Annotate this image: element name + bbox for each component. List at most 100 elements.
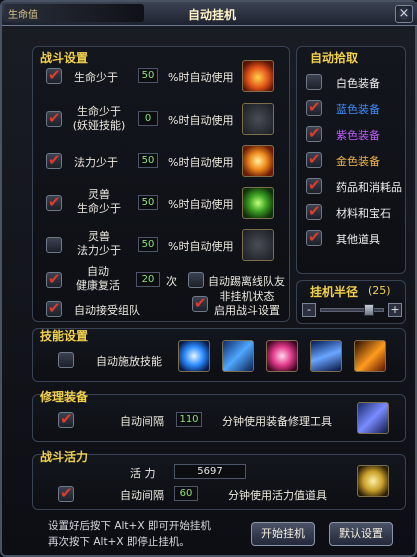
pickup-checkbox[interactable] — [306, 176, 322, 194]
vitality-title: 战斗活力 — [40, 450, 89, 464]
radius-plus-button[interactable]: + — [388, 303, 402, 317]
repair-suffix: 分钟使用装备修理工具 — [222, 415, 332, 428]
default-settings-button[interactable]: 默认设置 — [329, 522, 393, 546]
hp-status-corner: 生命值 — [4, 4, 144, 22]
pickup-label: 金色装备 — [336, 155, 380, 168]
hp-low-skill-input[interactable]: 0 — [138, 111, 158, 126]
hp-low-checkbox[interactable] — [46, 66, 62, 84]
auto-revive-input[interactable]: 20 — [136, 272, 160, 287]
auto-skill-checkbox[interactable] — [58, 352, 74, 368]
auto-pickup-title: 自动拾取 — [310, 51, 359, 65]
skill-lightning-icon[interactable] — [310, 340, 342, 372]
mp-low-label: 法力少于 — [74, 156, 118, 169]
repair-interval-label: 自动间隔 — [120, 415, 164, 428]
pet-mp-low-label: 灵兽 法力少于 — [64, 230, 134, 258]
auto-revive-line1: 自动 — [87, 265, 109, 278]
mp-low-checkbox[interactable] — [46, 151, 62, 169]
pickup-label: 其他道具 — [336, 233, 380, 246]
skill-fire-slash-icon[interactable] — [354, 340, 386, 372]
pet-mp-low-suffix: %时自动使用 — [168, 240, 234, 253]
hint-line1: 设置好后按下 Alt+X 即可开始挂机 — [48, 520, 211, 532]
vitality-suffix: 分钟使用活力值道具 — [228, 489, 327, 502]
pet-hp-low-checkbox[interactable] — [46, 193, 62, 211]
radius-value: (25) — [368, 284, 391, 297]
battle-settings-title: 战斗设置 — [40, 51, 89, 65]
hp-low-input[interactable]: 50 — [138, 68, 158, 83]
pet-hp-line2: 生命少于 — [77, 202, 121, 215]
empty-skill-slot-icon[interactable] — [242, 103, 274, 135]
pickup-label: 紫色装备 — [336, 129, 380, 142]
pet-hp-low-input[interactable]: 50 — [138, 195, 158, 210]
repair-title: 修理装备 — [40, 390, 89, 404]
pickup-label: 白色装备 — [336, 77, 380, 90]
window-title: 自动挂机 — [187, 8, 236, 22]
mp-potion-icon[interactable] — [242, 145, 274, 177]
hp-potion-icon[interactable] — [242, 60, 274, 92]
radius-slider-track[interactable] — [320, 308, 384, 312]
repair-panel — [32, 394, 406, 442]
radius-slider-knob[interactable] — [363, 304, 374, 316]
auto-revive-label: 自动 健康复活 — [68, 265, 128, 293]
repair-checkbox[interactable] — [58, 410, 74, 428]
auto-hangup-window: 生命值 自动挂机 × 战斗设置 生命少于 50 %时自动使用 生命少于 (妖娅技… — [0, 0, 417, 557]
auto-revive-line2: 健康复活 — [76, 279, 120, 292]
pet-hp-low-suffix: %时自动使用 — [168, 198, 234, 211]
hint-line2: 再次按下 Alt+X 即停止挂机。 — [48, 536, 190, 548]
hp-low-skill-line1: 生命少于 — [77, 105, 121, 118]
vitality-interval-label: 自动间隔 — [120, 489, 164, 502]
repair-interval-input[interactable]: 110 — [176, 412, 202, 427]
pickup-label: 药品和消耗品 — [336, 181, 402, 194]
mp-low-suffix: %时自动使用 — [168, 156, 234, 169]
start-hangup-button[interactable]: 开始挂机 — [251, 522, 315, 546]
skill-flame-pink-icon[interactable] — [266, 340, 298, 372]
vitality-checkbox[interactable] — [58, 484, 74, 502]
repair-tool-icon[interactable] — [357, 402, 389, 434]
pickup-checkbox[interactable] — [306, 124, 322, 142]
vitality-interval-input[interactable]: 60 — [174, 486, 198, 501]
vitality-label: 活 力 — [130, 467, 156, 480]
radius-title: 挂机半径 — [310, 285, 359, 299]
hp-low-skill-label: 生命少于 (妖娅技能) — [64, 105, 134, 133]
pet-mp-line2: 法力少于 — [77, 244, 121, 257]
pet-hp-low-label: 灵兽 生命少于 — [64, 188, 134, 216]
skill-ice-icon[interactable] — [178, 340, 210, 372]
vitality-value: 5697 — [174, 464, 246, 479]
hp-low-skill-line2: (妖娅技能) — [72, 119, 126, 132]
vitality-panel — [32, 454, 406, 510]
offline-combat-line1: 非挂机状态 — [219, 290, 275, 303]
auto-skill-label: 自动施放技能 — [96, 355, 162, 368]
pet-mp-low-input[interactable]: 50 — [138, 237, 158, 252]
auto-revive-checkbox[interactable] — [46, 270, 62, 288]
empty-pet-slot-icon[interactable] — [242, 229, 274, 261]
close-button[interactable]: × — [395, 5, 413, 23]
skill-settings-panel — [32, 328, 406, 382]
pickup-label: 蓝色装备 — [336, 103, 380, 116]
pet-hp-potion-icon[interactable] — [242, 187, 274, 219]
radius-minus-button[interactable]: - — [302, 303, 316, 317]
offline-combat-label: 非挂机状态 启用战斗设置 — [210, 290, 284, 318]
pickup-checkbox[interactable] — [306, 150, 322, 168]
skill-settings-title: 技能设置 — [40, 329, 89, 343]
pet-mp-line1: 灵兽 — [88, 230, 110, 243]
offline-combat-checkbox[interactable] — [192, 294, 208, 312]
kick-offline-checkbox[interactable] — [188, 272, 204, 288]
hp-low-skill-checkbox[interactable] — [46, 109, 62, 127]
mp-low-input[interactable]: 50 — [138, 153, 158, 168]
hp-low-skill-suffix: %时自动使用 — [168, 114, 234, 127]
kick-offline-label: 自动踢离线队友 — [208, 275, 285, 288]
hp-low-label: 生命少于 — [74, 71, 118, 84]
auto-revive-suffix: 次 — [166, 275, 177, 288]
accept-team-checkbox[interactable] — [46, 299, 62, 317]
offline-combat-line2: 启用战斗设置 — [214, 304, 280, 317]
pickup-checkbox[interactable] — [306, 228, 322, 246]
pickup-checkbox[interactable] — [306, 74, 322, 90]
pickup-checkbox[interactable] — [306, 202, 322, 220]
vitality-item-icon[interactable] — [357, 465, 389, 497]
accept-team-label: 自动接受组队 — [74, 304, 140, 317]
pet-hp-line1: 灵兽 — [88, 188, 110, 201]
title-bar[interactable]: 生命值 自动挂机 × — [2, 2, 417, 26]
pickup-label: 材料和宝石 — [336, 207, 391, 220]
pet-mp-low-checkbox[interactable] — [46, 237, 62, 253]
skill-frost-blade-icon[interactable] — [222, 340, 254, 372]
pickup-checkbox[interactable] — [306, 98, 322, 116]
